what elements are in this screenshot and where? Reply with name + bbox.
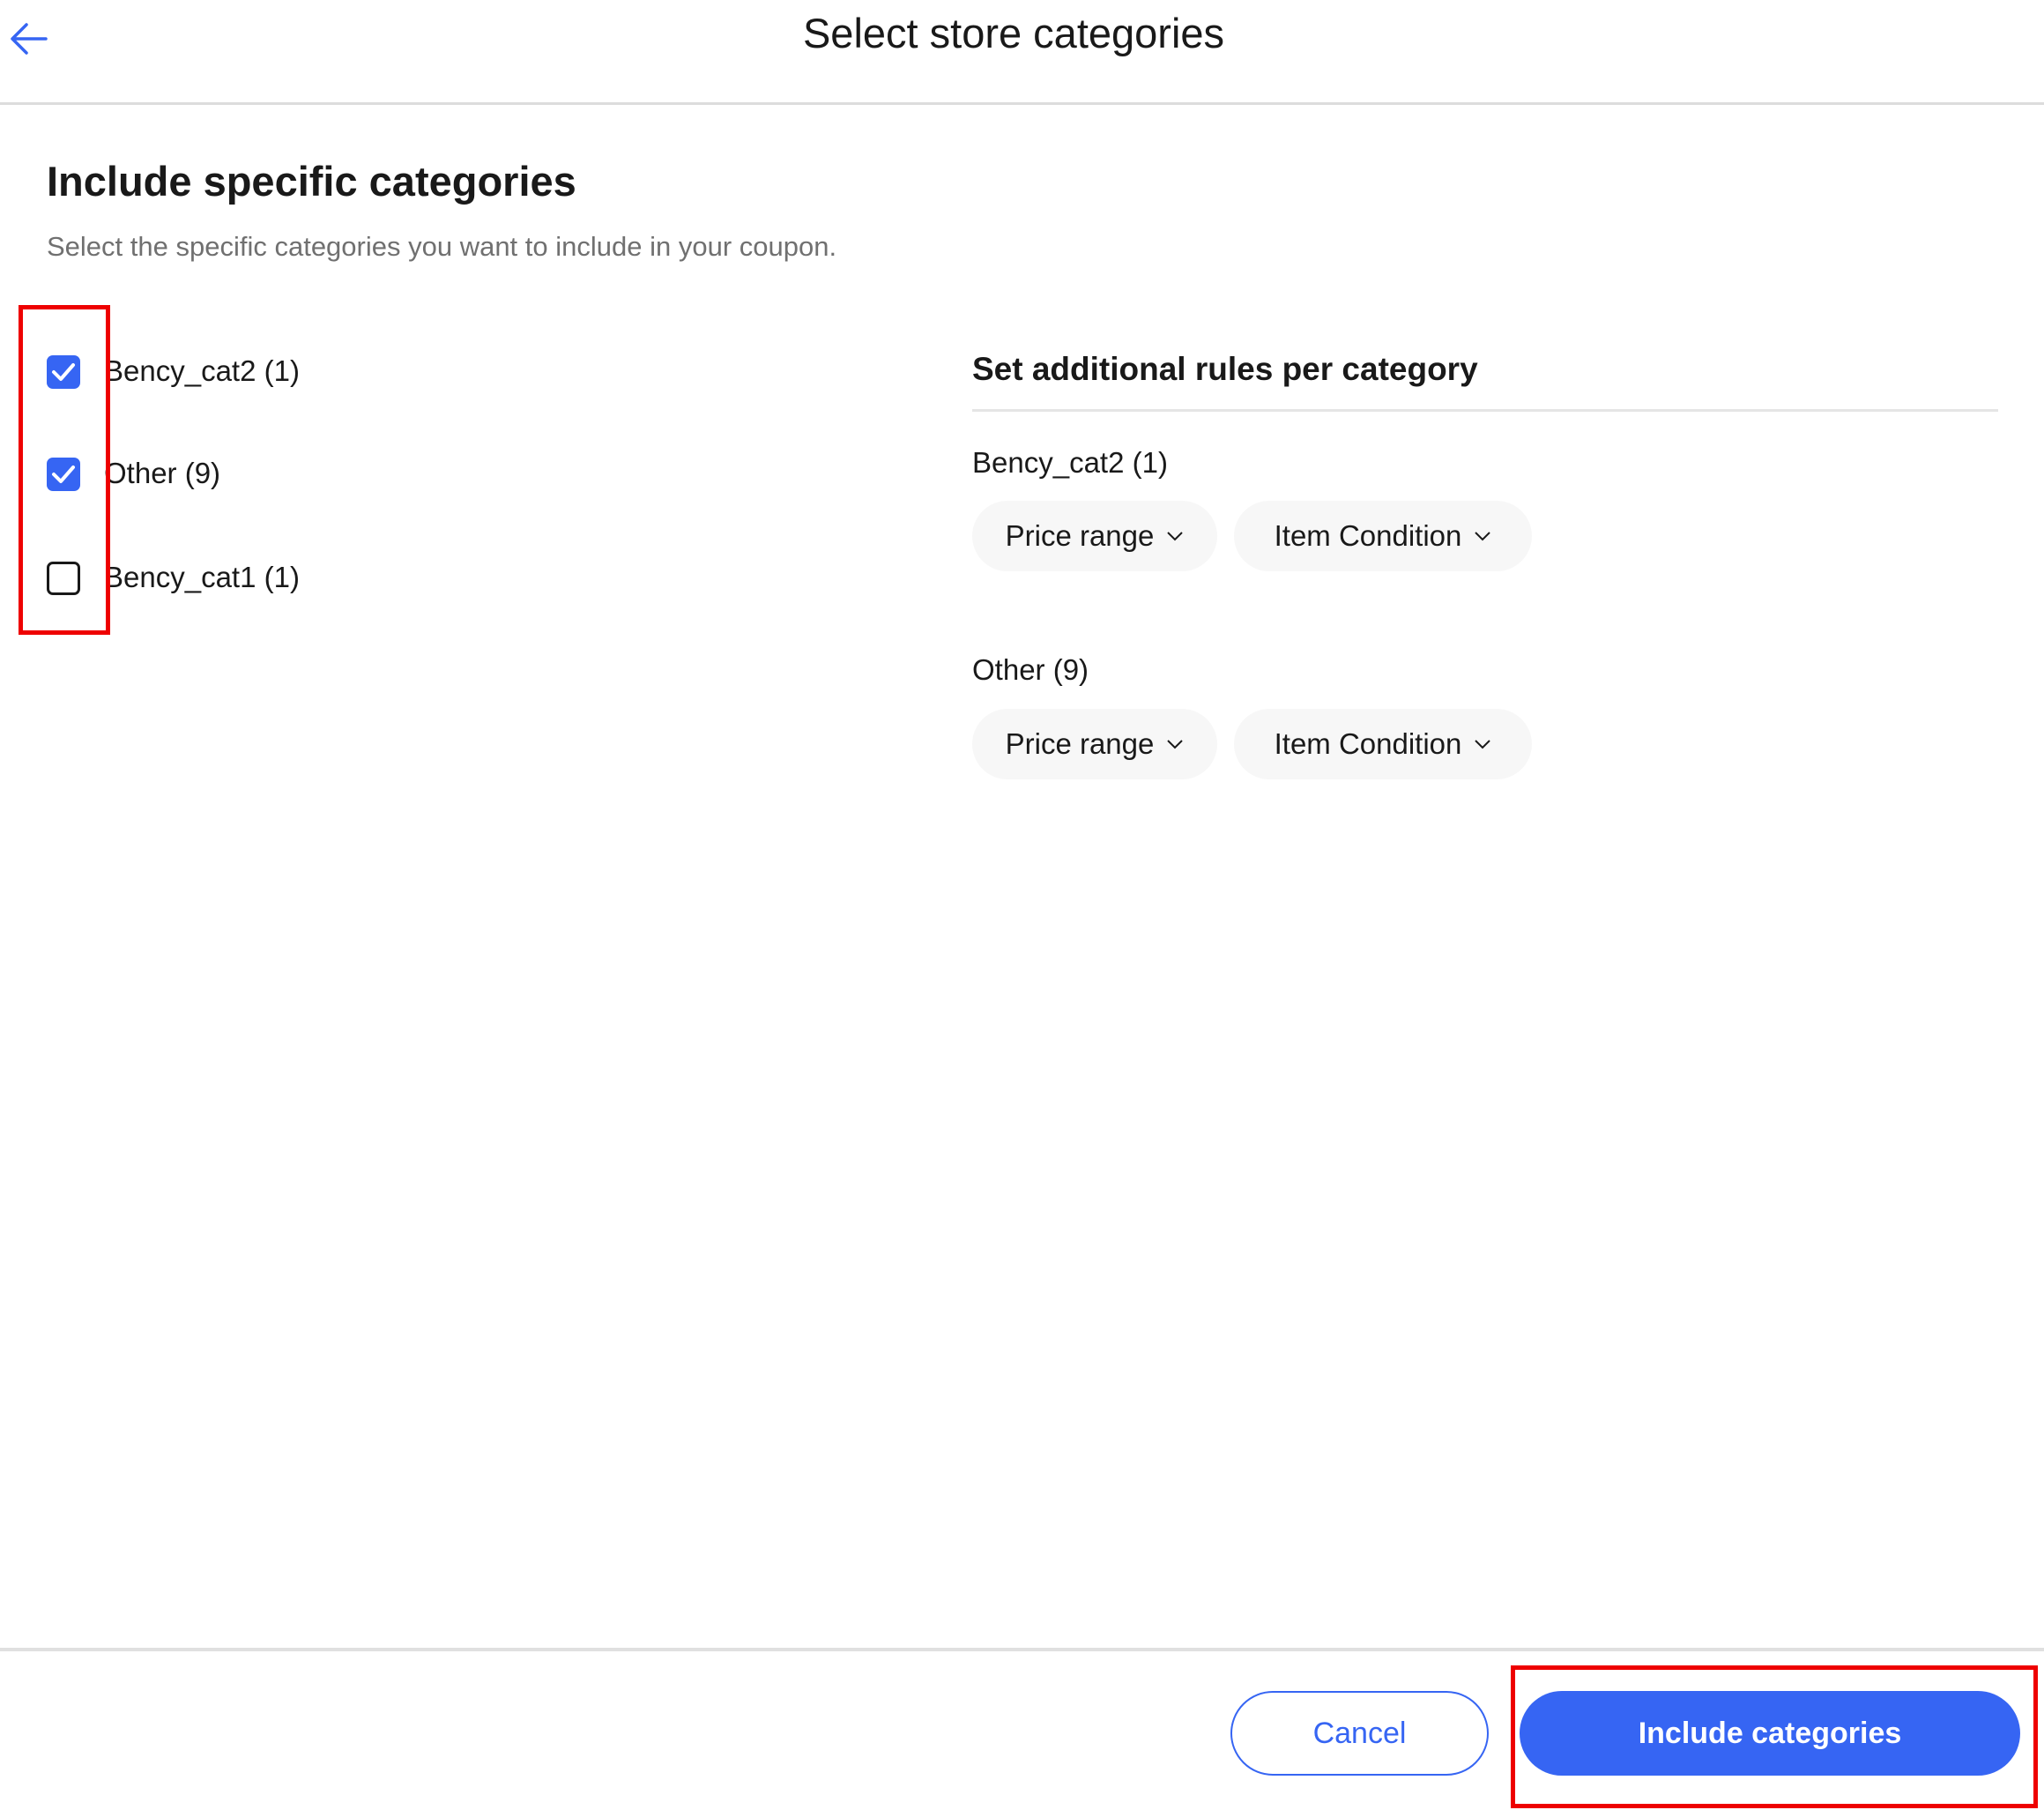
- category-checkbox-bency-cat2[interactable]: [47, 355, 80, 389]
- cancel-button[interactable]: Cancel: [1230, 1691, 1489, 1776]
- section-heading: Include specific categories: [47, 158, 576, 205]
- chevron-down-icon: [1167, 532, 1184, 541]
- footer-divider: [0, 1648, 2044, 1651]
- price-range-label: Price range: [1005, 519, 1155, 552]
- section-subtitle: Select the specific categories you want …: [47, 231, 837, 262]
- price-range-label: Price range: [1005, 727, 1155, 760]
- item-condition-dropdown[interactable]: Item Condition: [1234, 709, 1532, 779]
- price-range-dropdown[interactable]: Price range: [972, 709, 1217, 779]
- header-divider: [0, 102, 2044, 105]
- category-label[interactable]: Bency_cat2 (1): [104, 354, 300, 388]
- category-label[interactable]: Bency_cat1 (1): [104, 561, 300, 594]
- category-checkbox-bency-cat1[interactable]: [47, 562, 80, 595]
- rule-group-label: Bency_cat2 (1): [972, 446, 1168, 479]
- category-label[interactable]: Other (9): [104, 457, 220, 490]
- item-condition-label: Item Condition: [1274, 727, 1462, 760]
- page-title: Select store categories: [802, 10, 1225, 56]
- checkmark-icon: [52, 363, 75, 381]
- item-condition-label: Item Condition: [1274, 519, 1462, 552]
- price-range-dropdown[interactable]: Price range: [972, 501, 1217, 571]
- rules-heading: Set additional rules per category: [972, 351, 1478, 387]
- include-categories-button[interactable]: Include categories: [1520, 1691, 2020, 1776]
- chevron-down-icon: [1167, 740, 1184, 749]
- item-condition-dropdown[interactable]: Item Condition: [1234, 501, 1532, 571]
- rules-divider: [972, 409, 1998, 412]
- checkmark-icon: [52, 466, 75, 483]
- chevron-down-icon: [1475, 740, 1491, 749]
- category-checkbox-other[interactable]: [47, 458, 80, 491]
- rule-group-label: Other (9): [972, 653, 1089, 686]
- chevron-down-icon: [1475, 532, 1491, 541]
